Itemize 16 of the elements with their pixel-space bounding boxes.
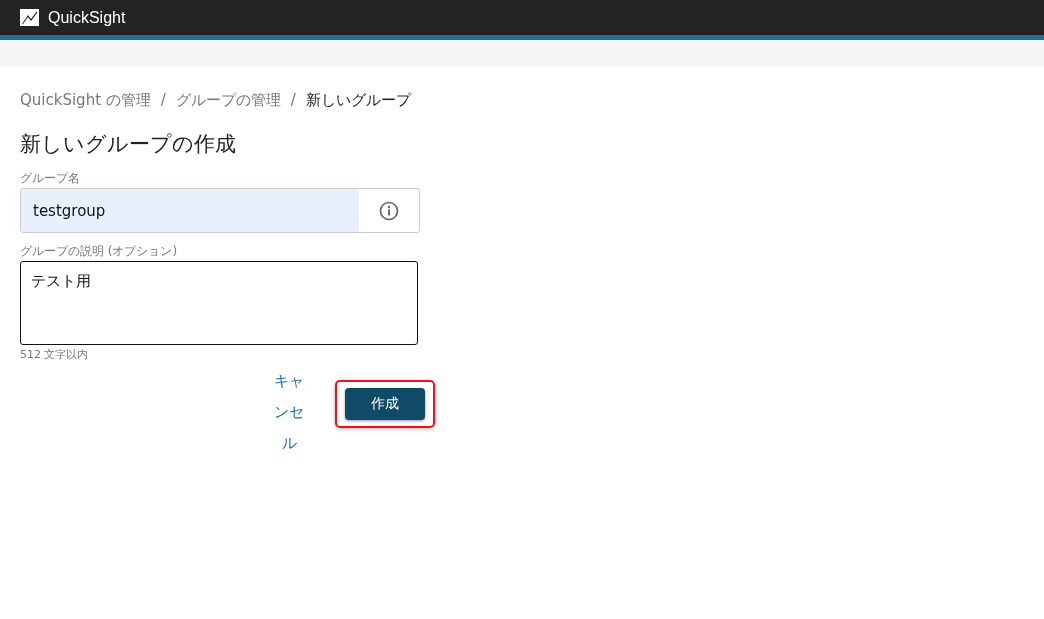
- breadcrumb-link[interactable]: グループの管理: [175, 90, 281, 110]
- field-label: グループの説明 (オプション): [20, 243, 179, 259]
- description-field[interactable]: テスト用: [20, 261, 418, 345]
- breadcrumb-separator: /: [290, 91, 296, 109]
- page-title: 新しいグループの作成: [20, 131, 237, 158]
- create-button[interactable]: 作成: [345, 388, 425, 420]
- character-limit-hint: 512 文字以内: [20, 347, 90, 362]
- breadcrumb-link[interactable]: QuickSight の管理: [20, 90, 151, 110]
- cancel-link[interactable]: キャンセル: [273, 366, 305, 459]
- info-icon[interactable]: [379, 200, 399, 221]
- breadcrumb-current: 新しいグループ: [305, 90, 411, 110]
- app-name: QuickSight: [48, 8, 126, 27]
- logo-icon: [20, 9, 39, 26]
- breadcrumb-separator: /: [160, 91, 166, 109]
- group-name-field[interactable]: testgroup: [20, 188, 420, 233]
- field-label: グループ名: [20, 170, 81, 186]
